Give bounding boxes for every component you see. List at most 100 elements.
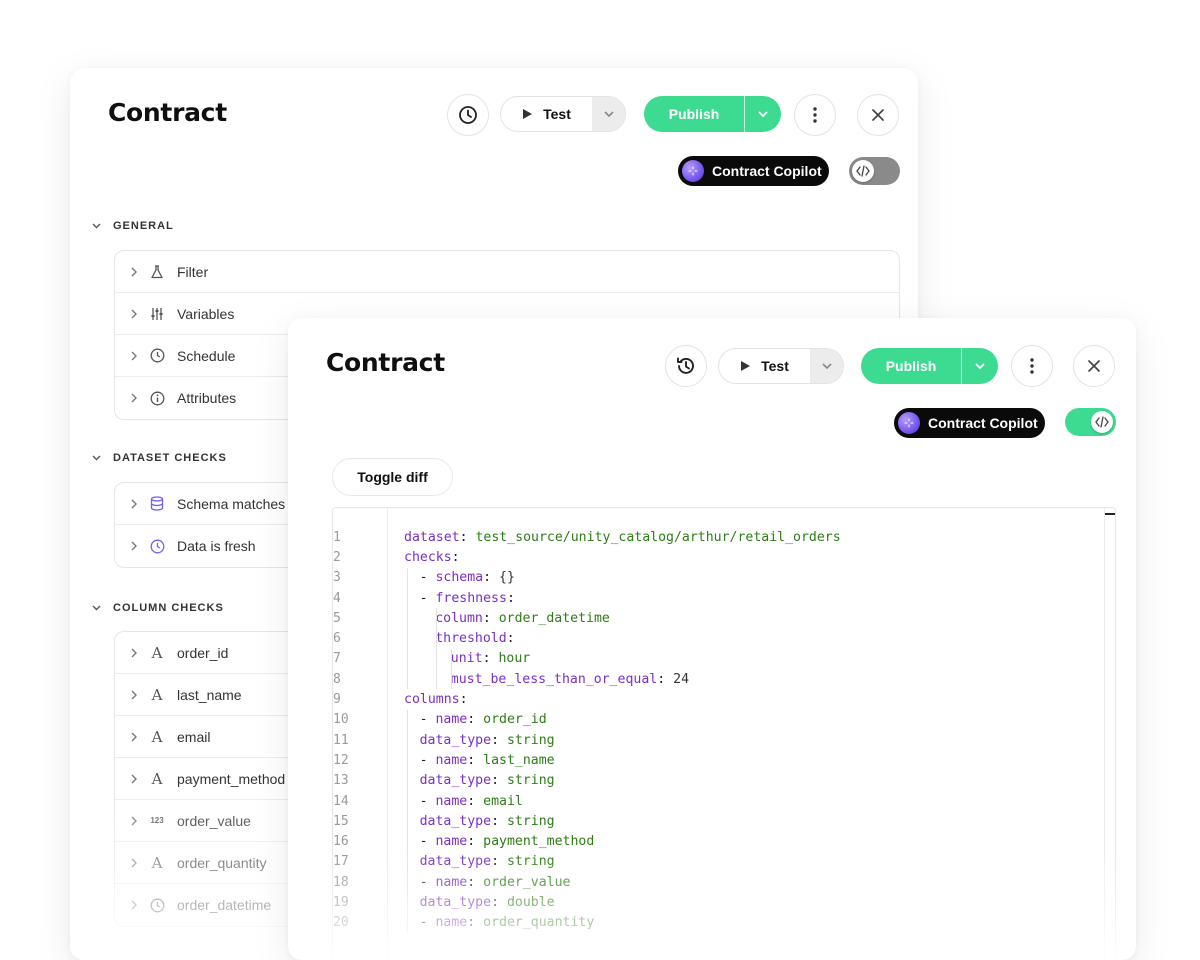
yaml-key: columns bbox=[404, 692, 460, 708]
yaml-value: test_source/unity_catalog/arthur/retail_… bbox=[467, 529, 841, 545]
code-line: - name: order_quantity bbox=[420, 913, 595, 933]
list-item-filter[interactable]: Filter bbox=[115, 251, 899, 293]
section-column-checks[interactable]: COLUMN CHECKS bbox=[92, 602, 224, 614]
indent-guide bbox=[407, 567, 408, 690]
chevron-down-icon bbox=[92, 605, 101, 611]
clock-icon bbox=[149, 538, 165, 554]
chevron-right-icon bbox=[131, 900, 137, 910]
code-line: dataset: test_source/unity_catalog/arthu… bbox=[404, 527, 841, 547]
copilot-orb-icon bbox=[898, 412, 920, 434]
yaml-key: name bbox=[435, 752, 468, 768]
editor-scrollbar-track[interactable] bbox=[1104, 508, 1105, 960]
section-dataset-checks[interactable]: DATASET CHECKS bbox=[92, 452, 227, 464]
list-item-label: order_id bbox=[177, 644, 229, 661]
editor-scroll-marker[interactable] bbox=[1105, 513, 1115, 515]
line-number: 5 bbox=[333, 610, 341, 626]
list-item-label: order_value bbox=[177, 812, 251, 829]
yaml-colon: : bbox=[491, 854, 500, 870]
yaml-dash: - bbox=[419, 834, 436, 850]
chevron-right-icon bbox=[131, 393, 137, 403]
more-vertical-icon bbox=[1030, 358, 1034, 374]
sliders-icon bbox=[149, 306, 165, 322]
play-icon bbox=[741, 361, 751, 371]
text-type-icon: A bbox=[151, 769, 163, 788]
list-item-label: Schema matches bbox=[177, 495, 286, 512]
yaml-key: threshold bbox=[435, 631, 507, 647]
publish-button-group: Publish bbox=[861, 348, 998, 384]
yaml-value: double bbox=[499, 895, 555, 911]
yaml-value: email bbox=[475, 793, 523, 809]
test-dropdown-button[interactable] bbox=[810, 349, 843, 383]
list-item-label: email bbox=[177, 728, 211, 745]
yaml-value: {} bbox=[491, 570, 515, 586]
database-icon bbox=[149, 496, 165, 512]
chevron-right-icon bbox=[131, 648, 137, 657]
publish-button[interactable]: Publish bbox=[861, 348, 961, 384]
more-options-button[interactable] bbox=[1011, 345, 1053, 387]
chevron-down-icon bbox=[975, 363, 985, 369]
test-dropdown-button[interactable] bbox=[592, 97, 625, 131]
line-number: 8 bbox=[333, 671, 341, 687]
yaml-key: data_type bbox=[419, 895, 492, 911]
yaml-colon: : bbox=[506, 590, 515, 606]
yaml-colon: : bbox=[482, 610, 491, 626]
chevron-right-icon bbox=[131, 816, 137, 825]
yaml-key: unit bbox=[450, 651, 483, 667]
code-view-toggle[interactable] bbox=[1065, 408, 1116, 436]
yaml-value: string bbox=[499, 773, 555, 789]
section-general[interactable]: GENERAL bbox=[92, 220, 174, 232]
contract-copilot-button[interactable]: Contract Copilot bbox=[678, 156, 829, 186]
yaml-colon: : bbox=[467, 712, 476, 728]
publish-dropdown-button[interactable] bbox=[961, 348, 998, 384]
yaml-value: string bbox=[499, 813, 555, 829]
yaml-colon: : bbox=[467, 915, 476, 931]
code-line: - name: order_value bbox=[420, 872, 571, 892]
publish-dropdown-button[interactable] bbox=[744, 96, 781, 132]
code-line: - name: last_name bbox=[420, 750, 555, 770]
code-line: unit: hour bbox=[451, 649, 530, 669]
chevron-down-icon bbox=[821, 363, 832, 369]
copilot-orb-icon bbox=[682, 160, 704, 182]
yaml-key: must_be_less_than_or_equal bbox=[450, 671, 658, 687]
line-number: 16 bbox=[333, 834, 349, 850]
test-button[interactable]: Test bbox=[501, 97, 592, 131]
yaml-colon: : bbox=[491, 732, 500, 748]
history-button[interactable] bbox=[447, 94, 489, 136]
yaml-dash: - bbox=[419, 752, 436, 768]
code-line: data_type: string bbox=[420, 730, 555, 750]
clock-icon bbox=[459, 106, 477, 124]
yaml-dash: - bbox=[419, 570, 436, 586]
close-button[interactable] bbox=[857, 94, 899, 136]
chevron-right-icon bbox=[131, 858, 137, 867]
copilot-label: Contract Copilot bbox=[928, 415, 1038, 431]
close-icon bbox=[872, 109, 884, 121]
yaml-key: name bbox=[435, 915, 468, 931]
history-button[interactable] bbox=[665, 345, 707, 387]
publish-button[interactable]: Publish bbox=[644, 96, 744, 132]
toggle-diff-button[interactable]: Toggle diff bbox=[332, 458, 453, 496]
section-title: DATASET CHECKS bbox=[113, 452, 227, 464]
yaml-value: string bbox=[499, 732, 555, 748]
indent-guide bbox=[435, 608, 437, 690]
test-button-label: Test bbox=[543, 106, 571, 122]
test-button[interactable]: Test bbox=[719, 349, 810, 383]
chevron-down-icon bbox=[603, 111, 614, 117]
flask-icon bbox=[149, 264, 165, 280]
test-button-group: Test bbox=[718, 348, 844, 384]
list-item-label: Attributes bbox=[177, 390, 237, 406]
contract-copilot-button[interactable]: Contract Copilot bbox=[894, 408, 1045, 438]
code-view-toggle[interactable] bbox=[849, 157, 900, 185]
list-item-label: Variables bbox=[177, 305, 235, 322]
more-options-button[interactable] bbox=[794, 94, 836, 136]
code-line: - freshness: bbox=[420, 588, 515, 608]
page-title: Contract bbox=[326, 348, 445, 377]
code-icon bbox=[852, 160, 874, 182]
text-type-icon: A bbox=[151, 727, 163, 746]
yaml-key: name bbox=[435, 834, 468, 850]
indent-guide bbox=[407, 709, 408, 933]
close-button[interactable] bbox=[1073, 345, 1115, 387]
code-editor[interactable]: 1 dataset: test_source/unity_catalog/arth… bbox=[332, 507, 1116, 960]
list-item-label: order_quantity bbox=[177, 854, 267, 871]
close-icon bbox=[1088, 360, 1100, 372]
yaml-value: payment_method bbox=[475, 834, 595, 850]
